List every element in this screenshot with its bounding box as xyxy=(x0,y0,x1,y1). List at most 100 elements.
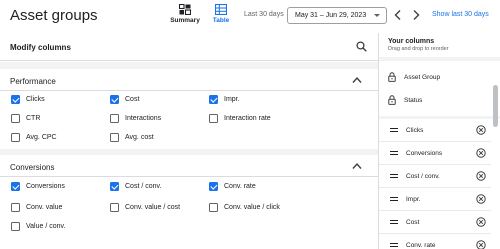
checkbox-value-per-conv[interactable]: Value / conv. xyxy=(11,220,65,232)
summary-view-button[interactable]: Summary xyxy=(168,4,202,24)
divider xyxy=(379,57,500,61)
selected-column-label: Cost / conv. xyxy=(406,173,440,180)
chevron-up-icon[interactable] xyxy=(352,76,362,84)
checkbox-icon[interactable] xyxy=(209,202,218,212)
checkbox-impr[interactable]: Impr. xyxy=(209,93,240,105)
date-range-select[interactable]: May 31 – Jun 29, 2023 xyxy=(287,7,387,24)
selected-column-label: Conversions xyxy=(406,150,443,157)
checkbox-icon[interactable] xyxy=(11,181,20,191)
checkbox-interactions[interactable]: Interactions xyxy=(110,112,161,124)
divider xyxy=(0,149,378,155)
checkbox-conv-value-per-cost[interactable]: Conv. value / cost xyxy=(110,201,180,213)
drag-handle-icon[interactable] xyxy=(390,220,398,224)
checkbox-avg-cost[interactable]: Avg. cost xyxy=(110,131,154,143)
drag-handle-icon[interactable] xyxy=(390,128,398,132)
drag-handle-icon[interactable] xyxy=(390,174,398,178)
modify-columns-panel: Modify columns Performance Clicks Cost I… xyxy=(0,33,378,249)
checkbox-label: Interaction rate xyxy=(224,114,271,122)
modify-columns-title: Modify columns xyxy=(10,43,71,52)
remove-circle-icon[interactable] xyxy=(476,217,486,227)
checkbox-icon[interactable] xyxy=(209,113,218,123)
show-last-30-days-link[interactable]: Show last 30 days xyxy=(432,11,489,18)
checkbox-interaction-rate[interactable]: Interaction rate xyxy=(209,112,271,124)
checkbox-label: Avg. cost xyxy=(125,133,154,141)
table-icon xyxy=(215,4,227,15)
fixed-column-label: Asset Group xyxy=(404,74,441,81)
selected-column-impr[interactable]: Impr. xyxy=(379,188,491,211)
checkbox-icon[interactable] xyxy=(209,181,218,191)
checkbox-label: Clicks xyxy=(26,95,45,103)
summary-view-label: Summary xyxy=(170,17,200,24)
fixed-column-asset-group: Asset Group xyxy=(379,67,500,87)
checkbox-conversions[interactable]: Conversions xyxy=(11,180,65,192)
fixed-column-status: Status xyxy=(379,90,500,110)
scrollbar-thumb[interactable] xyxy=(493,85,498,127)
checkbox-icon[interactable] xyxy=(110,113,119,123)
checkbox-icon[interactable] xyxy=(11,202,20,212)
dropdown-caret-icon xyxy=(374,14,380,17)
checkbox-avg-cpc[interactable]: Avg. CPC xyxy=(11,131,57,143)
checkbox-label: Conv. rate xyxy=(224,182,256,190)
performance-section-header[interactable]: Performance xyxy=(0,71,378,91)
checkbox-icon[interactable] xyxy=(209,94,218,104)
checkbox-cost[interactable]: Cost xyxy=(110,93,139,105)
selected-column-clicks[interactable]: Clicks xyxy=(379,119,491,142)
checkbox-label: Cost / conv. xyxy=(125,182,162,190)
selected-column-label: Clicks xyxy=(406,127,424,134)
section-title: Performance xyxy=(10,77,56,86)
drag-handle-icon[interactable] xyxy=(390,243,398,247)
checkbox-icon[interactable] xyxy=(11,113,20,123)
selected-column-label: Cost xyxy=(406,219,420,226)
selected-column-conv-rate[interactable]: Conv. rate xyxy=(379,234,491,249)
checkbox-label: Impr. xyxy=(224,95,240,103)
selected-column-cost[interactable]: Cost xyxy=(379,211,491,234)
table-view-button[interactable]: Table xyxy=(204,4,238,24)
chevron-up-icon[interactable] xyxy=(352,162,362,170)
checkbox-label: Avg. CPC xyxy=(26,133,57,141)
checkbox-label: Value / conv. xyxy=(26,222,66,230)
checkbox-conv-rate[interactable]: Conv. rate xyxy=(209,180,256,192)
checkbox-icon[interactable] xyxy=(11,132,20,142)
checkbox-label: Conv. value / click xyxy=(224,203,280,211)
summary-grid-icon xyxy=(179,4,191,15)
selected-column-cost-per-conv[interactable]: Cost / conv. xyxy=(379,165,491,188)
remove-circle-icon[interactable] xyxy=(476,125,486,135)
drag-handle-icon[interactable] xyxy=(390,197,398,201)
date-range-value: May 31 – Jun 29, 2023 xyxy=(295,12,367,19)
checkbox-label: Cost xyxy=(125,95,140,103)
your-columns-panel: Your columns Drag and drop to reorder As… xyxy=(378,33,500,249)
checkbox-icon[interactable] xyxy=(110,132,119,142)
chevron-right-icon[interactable] xyxy=(411,9,421,21)
search-icon[interactable] xyxy=(356,41,367,52)
section-title: Conversions xyxy=(10,163,55,172)
checkbox-label: Conv. value / cost xyxy=(125,203,181,211)
checkbox-icon[interactable] xyxy=(110,202,119,212)
remove-circle-icon[interactable] xyxy=(476,148,486,158)
checkbox-icon[interactable] xyxy=(110,94,119,104)
checkbox-icon[interactable] xyxy=(11,221,20,231)
divider xyxy=(0,90,378,91)
checkbox-clicks[interactable]: Clicks xyxy=(11,93,45,105)
selected-column-label: Conv. rate xyxy=(406,242,436,249)
lock-icon xyxy=(388,95,396,105)
remove-circle-icon[interactable] xyxy=(476,240,486,249)
checkbox-conv-value-per-click[interactable]: Conv. value / click xyxy=(209,201,280,213)
selected-column-label: Impr. xyxy=(406,196,421,203)
conversions-section-header[interactable]: Conversions xyxy=(0,157,378,177)
chevron-left-icon[interactable] xyxy=(393,9,403,21)
remove-circle-icon[interactable] xyxy=(476,194,486,204)
divider xyxy=(0,176,378,177)
drag-handle-icon[interactable] xyxy=(390,151,398,155)
page-title: Asset groups xyxy=(10,7,98,24)
checkbox-ctr[interactable]: CTR xyxy=(11,112,40,124)
range-label: Last 30 days xyxy=(244,11,284,18)
your-columns-title: Your columns xyxy=(388,38,435,45)
table-view-label: Table xyxy=(212,17,230,24)
checkbox-icon[interactable] xyxy=(11,94,20,104)
remove-circle-icon[interactable] xyxy=(476,171,486,181)
checkbox-conv-value[interactable]: Conv. value xyxy=(11,201,62,213)
checkbox-icon[interactable] xyxy=(110,181,119,191)
top-bar: Asset groups Summary Table Last 30 days … xyxy=(0,0,500,33)
checkbox-cost-per-conv[interactable]: Cost / conv. xyxy=(110,180,161,192)
selected-column-conversions[interactable]: Conversions xyxy=(379,142,491,165)
